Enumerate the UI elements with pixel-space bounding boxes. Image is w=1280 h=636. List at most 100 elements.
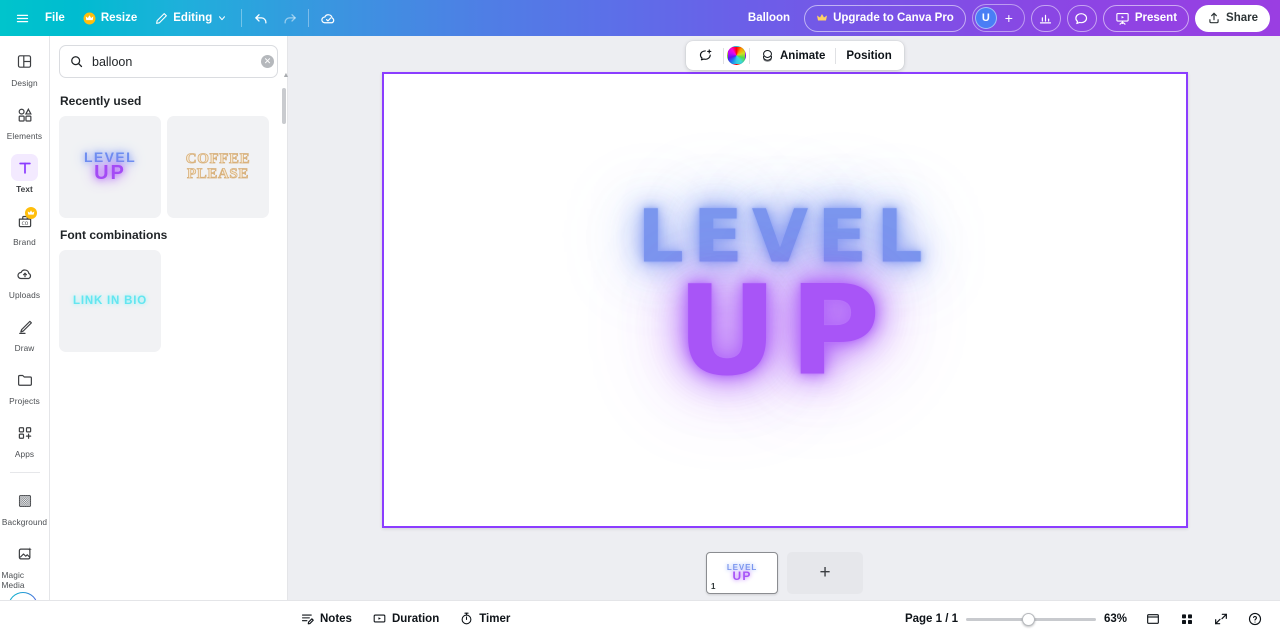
sidebar-item-draw[interactable]: Draw — [2, 307, 48, 358]
bottom-toolbar: Notes Duration Timer Page 1 / 1 63% — [0, 600, 1280, 636]
notes-icon — [300, 611, 315, 626]
comments-button[interactable] — [1066, 4, 1097, 32]
sidebar-item-label: Design — [11, 78, 38, 88]
sidebar-item-magic-media[interactable]: Magic Media — [2, 534, 48, 595]
upgrade-to-pro-button[interactable]: Upgrade to Canva Pro — [804, 4, 966, 32]
zoom-slider-knob[interactable] — [1022, 612, 1035, 626]
sidebar-item-brand[interactable]: CO Brand — [2, 201, 48, 252]
duration-button[interactable]: Duration — [364, 606, 447, 631]
recently-used-item-level-up[interactable]: LEVEL UP — [59, 116, 161, 218]
elements-shapes-icon — [11, 101, 38, 128]
thumb-text: LINK IN BIO — [73, 295, 147, 307]
duration-icon — [372, 611, 387, 626]
present-button[interactable]: Present — [1102, 4, 1190, 32]
grid-view-button[interactable] — [1174, 606, 1200, 631]
page-thumbnail-1[interactable]: LEVEL UP 1 — [706, 552, 778, 594]
divider — [749, 47, 750, 64]
panel-resize-handle[interactable] — [284, 36, 288, 636]
projects-folder-icon — [11, 366, 38, 393]
crown-badge-icon — [25, 207, 37, 219]
search-input[interactable] — [92, 54, 253, 69]
undo-button[interactable] — [247, 5, 275, 31]
sidebar-item-uploads[interactable]: Uploads — [2, 254, 48, 305]
zoom-slider[interactable] — [966, 612, 1096, 626]
color-wheel-icon[interactable] — [727, 46, 746, 65]
collaborators-group[interactable]: U + — [971, 4, 1025, 32]
sidebar-item-apps[interactable]: Apps — [2, 413, 48, 464]
sidebar-item-label: Apps — [14, 449, 35, 459]
uploads-cloud-icon — [11, 260, 38, 287]
text-t-icon — [11, 154, 38, 181]
recently-used-title: Recently used — [60, 94, 142, 108]
gutter-scroll-up-arrow[interactable]: ▲ — [281, 72, 291, 79]
page-view-button[interactable] — [1140, 606, 1166, 631]
font-combinations-title: Font combinations — [60, 228, 168, 242]
divider — [241, 9, 243, 27]
divider — [723, 47, 724, 64]
sidebar-item-background[interactable]: Background — [2, 481, 48, 532]
redo-button[interactable] — [275, 5, 303, 31]
timer-stopwatch-icon — [459, 611, 474, 626]
sidebar-item-design[interactable]: Design — [2, 42, 48, 93]
avatar[interactable]: U — [974, 7, 997, 29]
editing-mode-button[interactable]: Editing — [146, 5, 236, 31]
document-title[interactable]: Balloon — [740, 12, 798, 24]
sidebar-item-projects[interactable]: Projects — [2, 360, 48, 411]
timer-label: Timer — [479, 612, 511, 625]
share-button[interactable]: Share — [1195, 4, 1270, 32]
thumb-line2: PLEASE — [187, 166, 249, 182]
share-label: Share — [1226, 12, 1258, 24]
search-icon — [69, 54, 84, 69]
timer-button[interactable]: Timer — [451, 606, 518, 631]
plus-icon[interactable]: + — [1000, 9, 1018, 27]
magic-media-icon — [11, 540, 38, 567]
design-layout-icon — [11, 48, 38, 75]
resize-label: Resize — [100, 12, 138, 24]
draw-pen-icon — [11, 313, 38, 340]
search-box[interactable]: ✕ — [59, 45, 278, 78]
hamburger-icon — [15, 11, 30, 26]
text-side-panel: ✕ Recently used LEVEL UP COFFEE PLEASE — [50, 36, 288, 636]
present-label: Present — [1134, 12, 1178, 24]
recently-used-item-coffee-please[interactable]: COFFEE PLEASE — [167, 116, 269, 218]
sidebar-item-text[interactable]: Text — [2, 148, 48, 199]
sidebar-item-elements[interactable]: Elements — [2, 95, 48, 146]
animate-button[interactable]: Animate — [753, 44, 832, 67]
bar-chart-icon — [1038, 11, 1053, 26]
artwork-line-2: UP — [676, 259, 893, 404]
animate-icon — [760, 48, 775, 63]
sidebar-item-label: Brand — [13, 237, 36, 247]
zoom-level-label[interactable]: 63% — [1104, 613, 1132, 625]
page-view-icon — [1145, 611, 1161, 627]
neon-text-artwork[interactable]: LEVEL UP — [637, 201, 931, 404]
page-thumb-line2: UP — [732, 569, 752, 584]
help-button[interactable] — [1242, 606, 1268, 631]
font-combination-item-link-in-bio[interactable]: LINK IN BIO — [59, 250, 161, 352]
page-number-label: 1 — [711, 582, 716, 591]
add-comment-button[interactable] — [691, 44, 720, 67]
apps-grid-icon — [11, 419, 38, 446]
animate-label: Animate — [780, 49, 826, 62]
panel-scroll-area: Recently used LEVEL UP COFFEE PLEASE Fon… — [50, 84, 287, 636]
share-upload-icon — [1207, 11, 1221, 25]
add-page-button[interactable]: + — [787, 552, 863, 594]
sidebar-item-label: Uploads — [8, 290, 41, 300]
left-nav-rail: Design Elements Text CO Brand Uploads Dr… — [0, 36, 50, 636]
fullscreen-button[interactable] — [1208, 606, 1234, 631]
brand-kit-icon: CO — [11, 207, 38, 234]
cloud-save-status-button[interactable] — [314, 5, 342, 31]
file-menu-button[interactable]: File — [36, 5, 74, 31]
position-button[interactable]: Position — [839, 44, 898, 67]
sidebar-item-label: Text — [16, 184, 33, 194]
comment-bubble-icon — [1074, 11, 1089, 26]
notes-button[interactable]: Notes — [292, 606, 360, 631]
clear-x-icon[interactable]: ✕ — [261, 55, 274, 68]
hamburger-menu-button[interactable] — [8, 5, 36, 31]
upgrade-label: Upgrade to Canva Pro — [833, 12, 954, 24]
recently-used-grid: LEVEL UP COFFEE PLEASE — [59, 116, 278, 218]
top-header-bar: File Resize Editing Balloon Upgrade to C… — [0, 0, 1280, 36]
design-canvas[interactable]: LEVEL UP — [381, 72, 1188, 528]
resize-button[interactable]: Resize — [74, 5, 146, 31]
insights-button[interactable] — [1030, 4, 1061, 32]
position-label: Position — [846, 49, 892, 62]
